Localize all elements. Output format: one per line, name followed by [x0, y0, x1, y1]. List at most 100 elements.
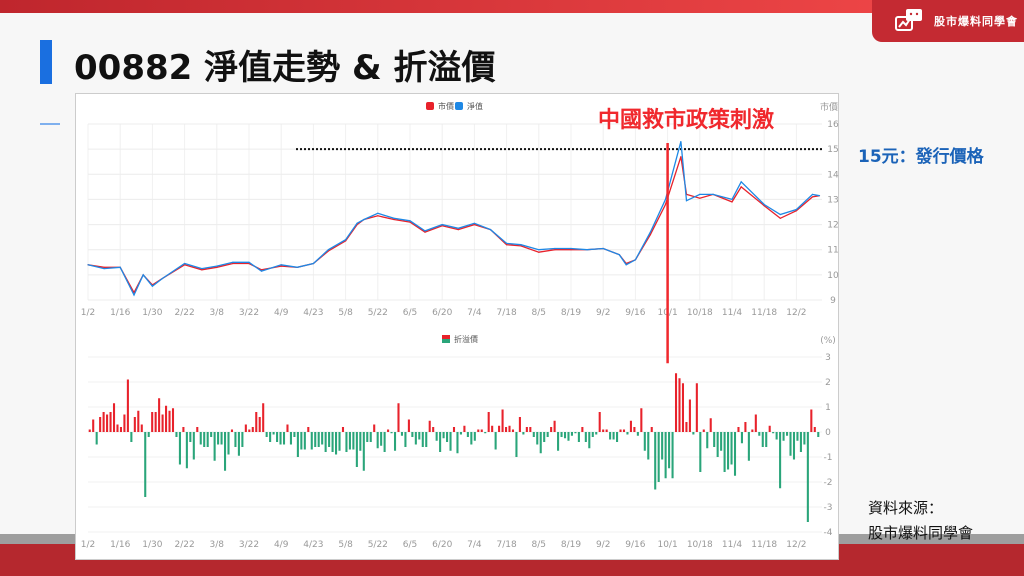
- premium-discount-bar: [321, 432, 324, 445]
- premium-discount-bar: [574, 432, 577, 434]
- premium-discount-bar: [178, 432, 181, 465]
- premium-discount-bar: [151, 412, 154, 432]
- premium-discount-bar: [539, 432, 542, 454]
- market-price-point: [554, 249, 556, 251]
- nav-line: [87, 141, 820, 297]
- nav-point: [457, 227, 459, 229]
- premium-discount-bar: [543, 432, 546, 442]
- nav-point: [216, 265, 218, 267]
- premium-discount-bar: [265, 432, 268, 437]
- line-x-tick-label: 9/2: [596, 308, 610, 318]
- nav-point: [280, 264, 282, 266]
- premium-discount-bar: [786, 432, 789, 436]
- nav-point: [506, 242, 508, 245]
- bar-y-tick-label: -4: [824, 528, 833, 538]
- premium-discount-bar: [515, 432, 518, 457]
- nav-point: [489, 229, 492, 231]
- nav-point: [327, 249, 330, 251]
- line-x-tick-label: 8/19: [561, 308, 581, 318]
- premium-discount-bar: [161, 414, 164, 432]
- premium-discount-bar: [782, 432, 785, 441]
- market-price-point: [811, 196, 814, 198]
- premium-discount-bar: [137, 410, 140, 432]
- line-x-tick-label: 4/23: [303, 308, 323, 318]
- nav-point: [161, 278, 163, 280]
- premium-discount-bar: [341, 427, 345, 432]
- premium-discount-bar: [248, 429, 251, 432]
- nav-point: [625, 264, 627, 266]
- premium-discount-bar: [414, 432, 417, 445]
- premium-discount-bar: [289, 432, 292, 445]
- premium-discount-bar: [626, 432, 629, 435]
- line-x-tick-label: 1/30: [142, 308, 162, 318]
- nav-point: [740, 181, 742, 183]
- nav-point: [680, 141, 682, 143]
- premium-discount-bar: [359, 432, 362, 451]
- source-note: 資料來源： 股市爆料同學會: [868, 496, 973, 546]
- market-price-point: [506, 244, 508, 246]
- premium-discount-bar: [123, 414, 126, 432]
- premium-discount-bar: [477, 429, 480, 432]
- premium-discount-bar: [255, 412, 258, 432]
- nav-point: [763, 203, 765, 206]
- premium-discount-bar: [220, 432, 223, 445]
- premium-discount-bar: [754, 414, 757, 432]
- premium-discount-bar: [112, 403, 116, 432]
- premium-discount-bar: [293, 432, 296, 437]
- premium-discount-bar: [536, 432, 539, 445]
- legend-market-price-swatch: [426, 102, 434, 110]
- premium-discount-bar: [557, 432, 560, 451]
- premium-discount-bar: [522, 432, 525, 435]
- premium-discount-bar: [175, 432, 178, 437]
- line-x-tick-label: 2/22: [174, 308, 194, 318]
- nav-point: [409, 220, 411, 222]
- premium-discount-bar: [702, 429, 705, 432]
- bar-x-tick-label: 12/2: [786, 540, 806, 550]
- premium-discount-bar: [779, 432, 782, 489]
- premium-discount-bar: [376, 432, 379, 449]
- premium-discount-bar: [352, 432, 355, 450]
- premium-discount-bar: [688, 399, 691, 432]
- premium-discount-bar: [733, 432, 737, 476]
- bar-x-tick-label: 1/2: [81, 540, 95, 550]
- bar-y-tick-label: 2: [825, 378, 831, 388]
- line-x-tick-label: 12/2: [786, 308, 806, 318]
- premium-discount-bar: [622, 429, 626, 432]
- nav-point: [87, 264, 89, 266]
- bar-y-tick-label: 0: [825, 428, 831, 438]
- premium-discount-bar: [511, 429, 515, 432]
- bar-x-tick-label: 1/16: [110, 540, 130, 550]
- market-price-point: [649, 234, 652, 236]
- premium-discount-bar: [335, 432, 338, 455]
- premium-discount-bar: [272, 432, 275, 435]
- premium-discount-bar: [387, 429, 390, 432]
- premium-discount-bar: [269, 432, 272, 442]
- nav-point: [133, 294, 135, 296]
- bar-x-tick-label: 3/8: [210, 540, 225, 550]
- market-price-point: [795, 210, 798, 212]
- premium-discount-bar: [119, 427, 122, 432]
- premium-discount-bar: [494, 432, 497, 450]
- legend-market-price-label: 市價: [438, 101, 454, 111]
- premium-discount-bar: [95, 432, 98, 445]
- premium-discount-bar: [723, 432, 726, 472]
- premium-discount-bar: [99, 417, 102, 432]
- premium-discount-bar: [421, 432, 424, 447]
- line-x-tick-label: 1/16: [110, 308, 130, 318]
- premium-discount-bar: [577, 432, 580, 442]
- premium-discount-bar: [192, 432, 195, 460]
- premium-discount-bar: [532, 432, 535, 437]
- premium-discount-bar: [147, 432, 150, 437]
- line-x-tick-label: 3/22: [239, 308, 259, 318]
- premium-discount-bar: [498, 425, 501, 432]
- premium-discount-bar: [789, 432, 792, 456]
- nav-point: [377, 212, 379, 214]
- bar-y-tick-label: -1: [824, 453, 833, 463]
- premium-discount-bar: [550, 427, 553, 432]
- line-y-tick-label: 10: [827, 271, 839, 281]
- premium-discount-bar: [720, 432, 723, 451]
- bar-x-tick-label: 5/22: [368, 540, 388, 550]
- market-price-point: [232, 262, 234, 265]
- premium-discount-bar: [602, 429, 605, 432]
- line-y-axis-title: 市價: [820, 101, 838, 113]
